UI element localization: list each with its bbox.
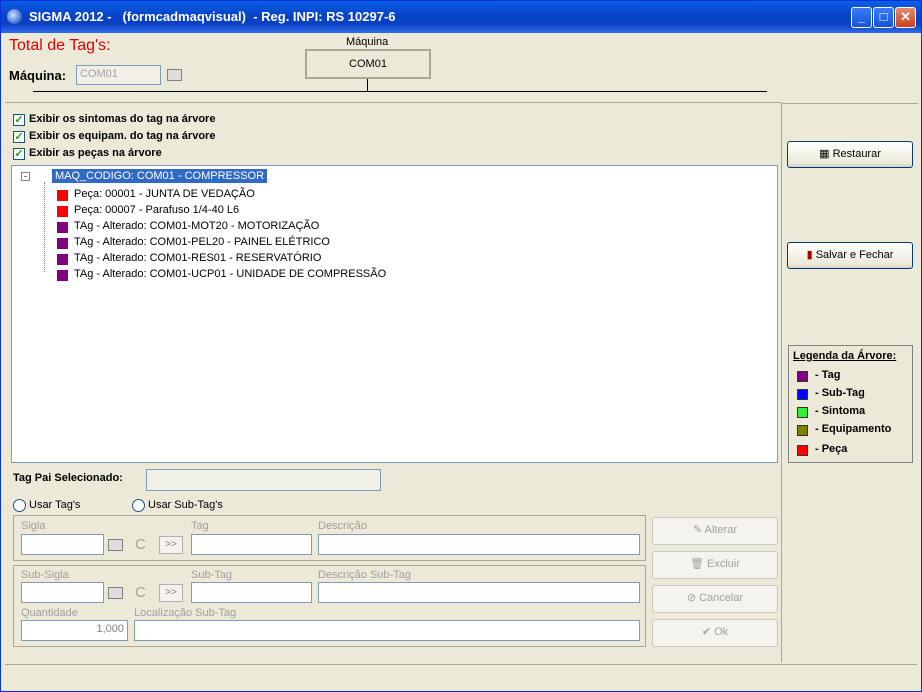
descricao-sub-tag-input[interactable] (318, 582, 640, 603)
sub-tag-input[interactable] (191, 582, 312, 603)
connector-line (367, 79, 368, 91)
usar-tags-radio[interactable] (13, 499, 26, 512)
descricao-input[interactable] (318, 534, 640, 555)
sigla-lookup-icon[interactable] (108, 539, 123, 551)
machine-group-caption: Máquina (346, 36, 389, 48)
tree-node[interactable]: TAg - Alterado: COM01-UCP01 - UNIDADE DE… (74, 268, 386, 280)
usar-subtags-label: Usar Sub-Tag's (148, 499, 223, 511)
show-equipment-checkbox[interactable]: ✓ (13, 131, 25, 143)
status-bar (5, 664, 917, 689)
alterar-button[interactable]: ✎ Alterar (652, 517, 778, 545)
cancel-icon: ⊘ (686, 592, 700, 604)
tree-legend: Legenda da Árvore: - Tag - Sub-Tag - Sin… (788, 345, 913, 463)
sub-sigla-lookup-icon[interactable] (108, 587, 123, 599)
title-bar[interactable]: SIGMA 2012 - (formcadmaqvisual) - Reg. I… (1, 1, 921, 33)
sub-sigla-next-button[interactable]: >> (159, 584, 183, 602)
tree-node[interactable]: TAg - Alterado: COM01-RES01 - RESERVATÓR… (74, 252, 321, 264)
tree-node[interactable]: TAg - Alterado: COM01-MOT20 - MOTORIZAÇÃ… (74, 220, 319, 232)
edit-icon: ✎ (692, 524, 705, 536)
exit-door-icon: ▮ (806, 249, 816, 261)
restore-icon: ▦ (819, 148, 833, 160)
sigla-label: Sigla (21, 520, 46, 532)
legend-swatch-sintoma (797, 407, 808, 418)
show-equipment-label: Exibir os equipam. do tag na árvore (29, 130, 216, 142)
tag-label: Tag (191, 520, 209, 532)
excluir-button[interactable]: 🗑 Excluir (652, 551, 778, 579)
maquina-input[interactable]: COM01 (76, 65, 161, 85)
tree-root[interactable]: MAQ_CODIGO: COM01 - COMPRESSOR (52, 169, 268, 183)
show-parts-checkbox[interactable]: ✓ (13, 148, 25, 160)
tree-node[interactable]: Peça: 00007 - Parafuso 1/4-40 L6 (74, 204, 239, 216)
legend-item: - Tag (815, 369, 841, 381)
sigla-next-button[interactable]: >> (159, 536, 183, 554)
show-parts-label: Exibir as peças na árvore (29, 147, 162, 159)
legend-title: Legenda da Árvore: (793, 350, 897, 362)
show-symptoms-label: Exibir os sintomas do tag na árvore (29, 113, 216, 125)
tree-node-color-1 (57, 206, 68, 217)
divider (5, 102, 781, 103)
tag-pai-label: Tag Pai Selecionado: (13, 472, 123, 484)
usar-subtags-radio[interactable] (132, 499, 145, 512)
machine-box: COM01 (305, 49, 431, 79)
quantidade-label: Quantidade (21, 607, 78, 619)
tree-node-color-4 (57, 254, 68, 265)
tree-node[interactable]: Peça: 00001 - JUNTA DE VEDAÇÃO (74, 188, 255, 200)
close-button[interactable]: ✕ (895, 7, 916, 28)
localizacao-input[interactable] (134, 620, 640, 641)
tree-node-color-5 (57, 270, 68, 281)
descricao-sub-tag-label: Descrição Sub-Tag (318, 569, 411, 581)
legend-swatch-equipamento (797, 425, 808, 436)
sub-sigla-input[interactable] (21, 582, 104, 603)
sigla-input[interactable] (21, 534, 104, 555)
vertical-divider (781, 102, 782, 662)
machine-tree[interactable]: - MAQ_CODIGO: COM01 - COMPRESSOR Peça: 0… (11, 165, 778, 463)
tree-branch-line (44, 182, 46, 272)
tree-line (33, 91, 767, 92)
sub-sigla-label: Sub-Sigla (21, 569, 69, 581)
tree-node-color-0 (57, 190, 68, 201)
cancelar-button[interactable]: ⊘ Cancelar (652, 585, 778, 613)
localizacao-label: Localização Sub-Tag (134, 607, 237, 619)
sub-sigla-clear-button[interactable]: C (135, 584, 146, 601)
maquina-label: Máquina: (9, 68, 67, 83)
lookup-icon[interactable] (167, 69, 182, 81)
app-icon[interactable] (7, 9, 22, 24)
tag-pai-input[interactable] (146, 469, 381, 491)
legend-item: - Equipamento (815, 423, 892, 435)
total-tags-label: Total de Tag's: (9, 37, 111, 54)
quantidade-input[interactable]: 1,000 (21, 620, 128, 641)
restaurar-button[interactable]: ▦ Restaurar (787, 141, 913, 168)
legend-item: - Peça (815, 443, 848, 455)
legend-swatch-tag (797, 371, 808, 382)
ok-button[interactable]: ✔ Ok (652, 619, 778, 647)
legend-swatch-subtag (797, 389, 808, 400)
legend-swatch-peca (797, 445, 808, 456)
tree-node-color-3 (57, 238, 68, 249)
legend-item: - Sintoma (815, 405, 866, 417)
right-top-divider (782, 103, 918, 104)
maximize-button[interactable]: □ (873, 7, 894, 28)
legend-item: - Sub-Tag (815, 387, 865, 399)
window-title: SIGMA 2012 - (formcadmaqvisual) - Reg. I… (29, 9, 396, 24)
sigla-clear-button[interactable]: C (135, 536, 146, 553)
salvar-fechar-button[interactable]: ▮ Salvar e Fechar (787, 242, 913, 269)
minimize-button[interactable]: _ (851, 7, 872, 28)
trash-icon: 🗑 (689, 558, 707, 570)
tree-node[interactable]: TAg - Alterado: COM01-PEL20 - PAINEL ELÉ… (74, 236, 330, 248)
main-window: SIGMA 2012 - (formcadmaqvisual) - Reg. I… (0, 0, 922, 692)
check-icon: ✔ (701, 626, 715, 638)
sub-tag-label: Sub-Tag (191, 569, 232, 581)
descricao-label: Descrição (318, 520, 367, 532)
tag-input[interactable] (191, 534, 312, 555)
show-symptoms-checkbox[interactable]: ✓ (13, 114, 25, 126)
collapse-icon[interactable]: - (21, 172, 30, 181)
tree-node-color-2 (57, 222, 68, 233)
usar-tags-label: Usar Tag's (29, 499, 81, 511)
